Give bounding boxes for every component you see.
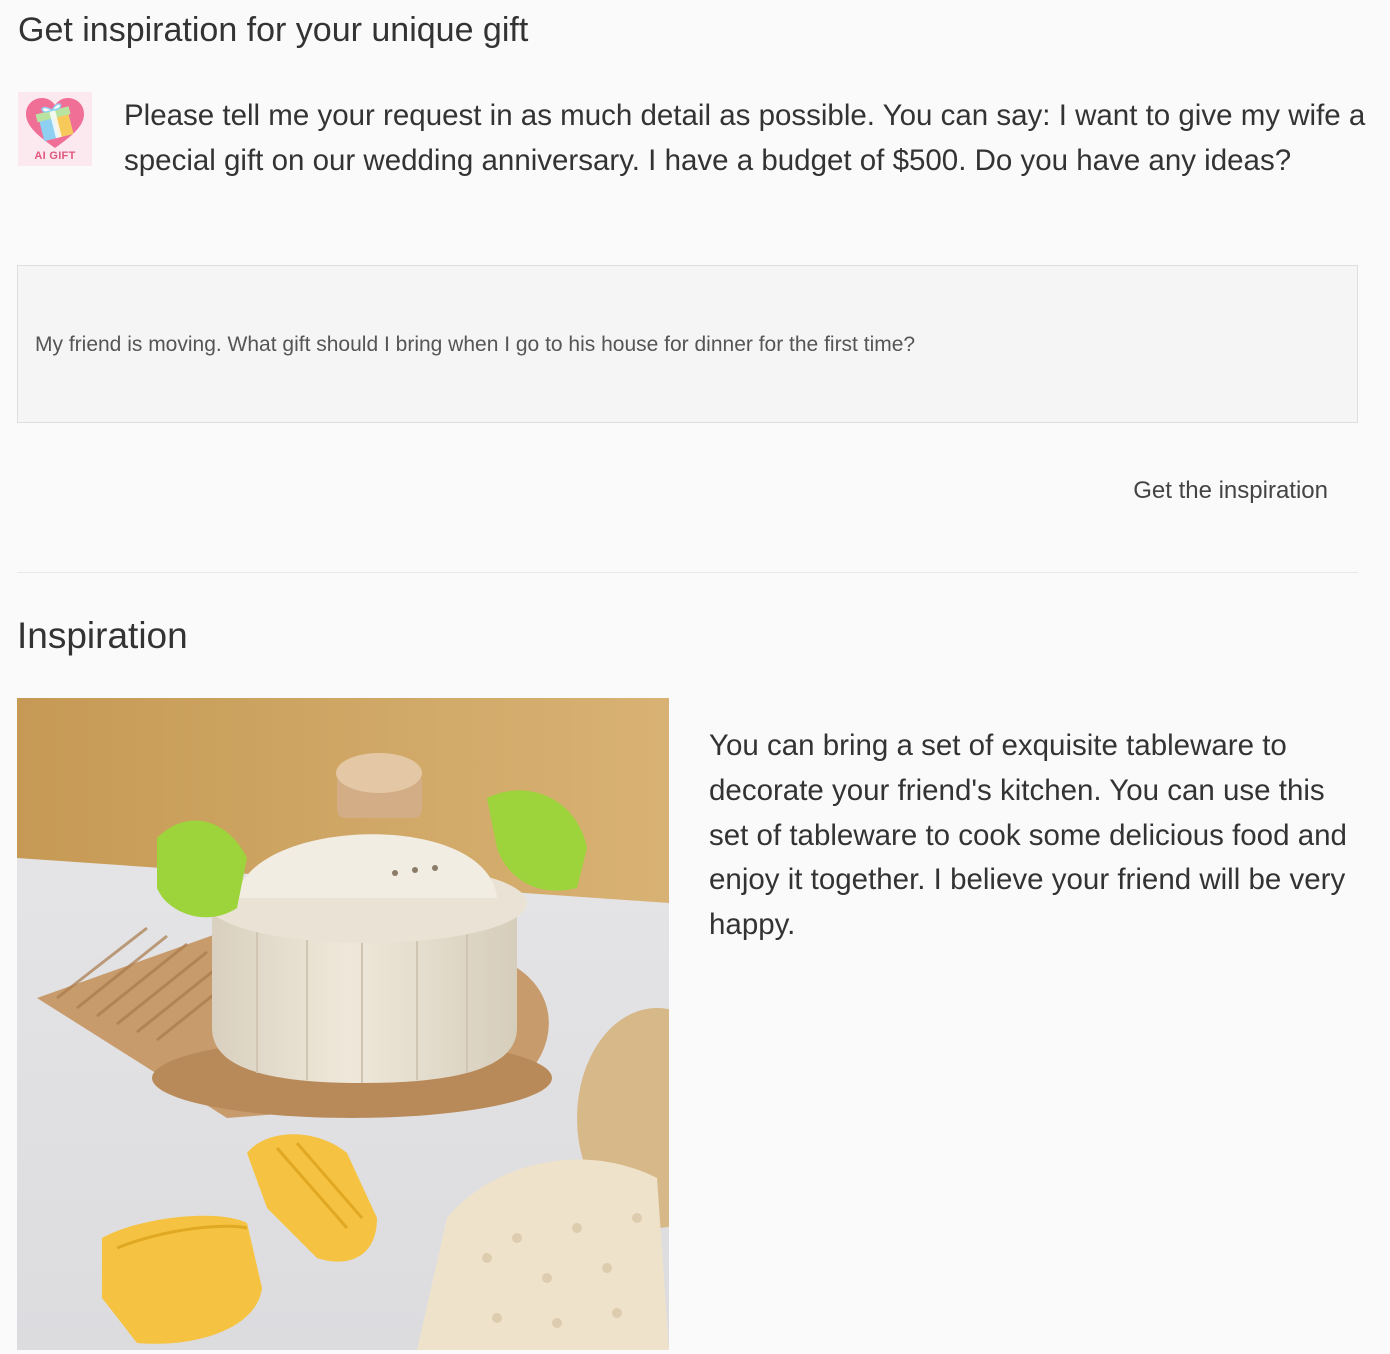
assistant-intro: Please tell me your request in as much d… xyxy=(124,99,1366,177)
gift-request-text[interactable]: My friend is moving. What gift should I … xyxy=(35,332,915,358)
inspiration-text: You can bring a set of exquisite tablewa… xyxy=(709,729,1347,942)
inspiration-title: Inspiration xyxy=(17,615,188,656)
casserole-pot-photo xyxy=(17,698,669,1350)
ai-gift-logo: AI GIFT xyxy=(18,92,92,166)
logo-label: AI GIFT xyxy=(34,150,76,162)
section-divider xyxy=(17,572,1358,573)
page-title: Get inspiration for your unique gift xyxy=(18,11,529,49)
get-inspiration-button[interactable]: Get the inspiration xyxy=(1133,475,1328,507)
gift-request-input[interactable]: My friend is moving. What gift should I … xyxy=(17,265,1358,423)
